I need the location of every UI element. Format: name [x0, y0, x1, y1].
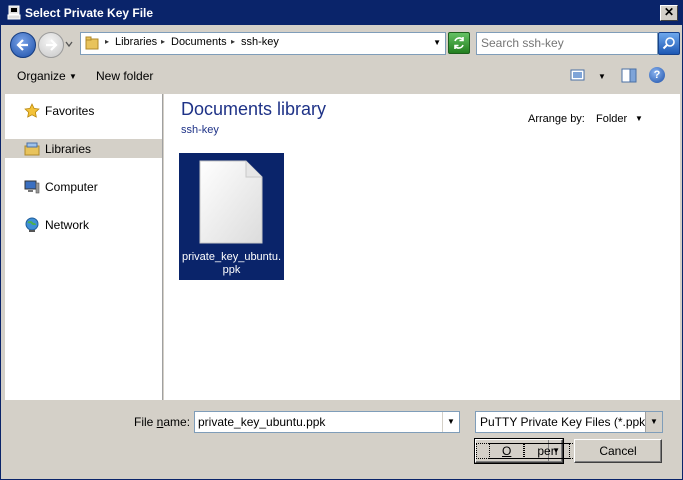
close-button[interactable]: ✕: [660, 5, 678, 21]
sidebar-item-label: Favorites: [45, 104, 95, 118]
cancel-button[interactable]: Cancel: [574, 439, 662, 463]
navigation-pane: Favorites Libraries Computer Network: [5, 94, 163, 400]
file-type-value: PuTTY Private Key Files (*.ppk): [480, 415, 650, 429]
file-dialog: Select Private Key File ✕ ▸ Libraries ▸ …: [0, 0, 683, 480]
sidebar-item-favorites[interactable]: Favorites: [5, 101, 162, 120]
organize-chevron-icon[interactable]: ▼: [69, 72, 77, 81]
file-name-input[interactable]: [198, 414, 438, 429]
network-icon: [25, 217, 39, 232]
sidebar-item-network[interactable]: Network: [5, 215, 162, 234]
breadcrumb-arrow-icon[interactable]: ▸: [161, 37, 165, 46]
address-bar[interactable]: ▸ Libraries ▸ Documents ▸ ssh-key ▼: [80, 32, 446, 55]
star-icon: [24, 103, 40, 118]
file-name-label-text: ame:: [163, 415, 191, 429]
view-options-icon[interactable]: [570, 68, 586, 82]
file-name-combobox[interactable]: ▼: [194, 411, 460, 433]
arrow-right-icon: [46, 39, 58, 51]
library-title: Documents library: [181, 99, 327, 119]
back-button[interactable]: [10, 32, 36, 58]
open-accel: O: [489, 443, 525, 459]
open-options-chevron-icon[interactable]: ▼: [552, 440, 560, 462]
breadcrumb-ssh-key[interactable]: ssh-key: [241, 36, 279, 48]
search-input[interactable]: [481, 35, 651, 50]
recent-locations-dropdown[interactable]: [64, 39, 74, 49]
chevron-down-icon[interactable]: ▼: [433, 38, 441, 47]
dialog-footer: File name: ▼ PuTTY Private Key Files (*.…: [2, 402, 681, 478]
open-button-label[interactable]: Open: [476, 440, 584, 462]
search-icon: [662, 37, 675, 50]
breadcrumb-documents[interactable]: Documents: [171, 36, 227, 48]
open-rest: pen: [524, 443, 571, 459]
view-options-chevron-icon[interactable]: ▼: [598, 72, 606, 81]
refresh-icon: [454, 37, 464, 49]
open-button[interactable]: Open ▼: [474, 438, 584, 464]
folder-icon: [85, 36, 99, 50]
new-folder-button[interactable]: New folder: [96, 69, 153, 83]
open-button-text: Open: [476, 443, 584, 459]
refresh-button[interactable]: [448, 32, 470, 54]
search-box[interactable]: [476, 32, 658, 55]
command-bar: Organize ▼ New folder ▼ ?: [2, 61, 681, 90]
navigation-bar: ▸ Libraries ▸ Documents ▸ ssh-key ▼: [2, 27, 681, 59]
organize-button[interactable]: Organize: [17, 69, 66, 83]
sidebar-item-libraries[interactable]: Libraries: [5, 139, 162, 158]
computer-icon: [24, 180, 40, 194]
window-title: Select Private Key File: [25, 6, 154, 20]
sidebar-item-label: Network: [45, 218, 90, 232]
preview-pane-icon[interactable]: [621, 68, 637, 83]
file-item[interactable]: private_key_ubuntu.ppk: [179, 153, 284, 280]
arrange-by-label: Arrange by:: [528, 113, 585, 125]
sidebar-item-computer[interactable]: Computer: [5, 177, 162, 196]
chevron-down-icon[interactable]: ▼: [645, 412, 662, 432]
file-name-label: File name:: [134, 415, 190, 429]
file-type-select[interactable]: PuTTY Private Key Files (*.ppk) ▼: [475, 411, 663, 433]
breadcrumb-libraries[interactable]: Libraries: [115, 36, 157, 48]
arrange-by-dropdown[interactable]: Folder: [596, 113, 627, 125]
file-list-pane: Documents library ssh-key Arrange by: Fo…: [164, 94, 680, 400]
forward-button[interactable]: [38, 32, 64, 58]
chevron-down-icon[interactable]: ▼: [442, 412, 459, 432]
putty-app-icon: [7, 5, 21, 20]
document-icon: [199, 160, 263, 244]
sidebar-item-label: Libraries: [45, 142, 92, 156]
library-subtitle: ssh-key: [181, 124, 219, 136]
breadcrumb-arrow-icon[interactable]: ▸: [105, 37, 109, 46]
sidebar-item-label: Computer: [45, 180, 98, 194]
title-bar[interactable]: Select Private Key File ✕: [1, 1, 682, 25]
breadcrumb-arrow-icon[interactable]: ▸: [231, 37, 235, 46]
file-name-label-text: File: [134, 415, 157, 429]
arrow-left-icon: [16, 39, 28, 51]
search-button[interactable]: [658, 32, 680, 55]
chevron-down-icon[interactable]: ▼: [635, 114, 643, 123]
help-icon[interactable]: ?: [649, 67, 665, 83]
file-name: private_key_ubuntu.ppk: [181, 251, 282, 276]
libraries-icon: [24, 142, 40, 156]
